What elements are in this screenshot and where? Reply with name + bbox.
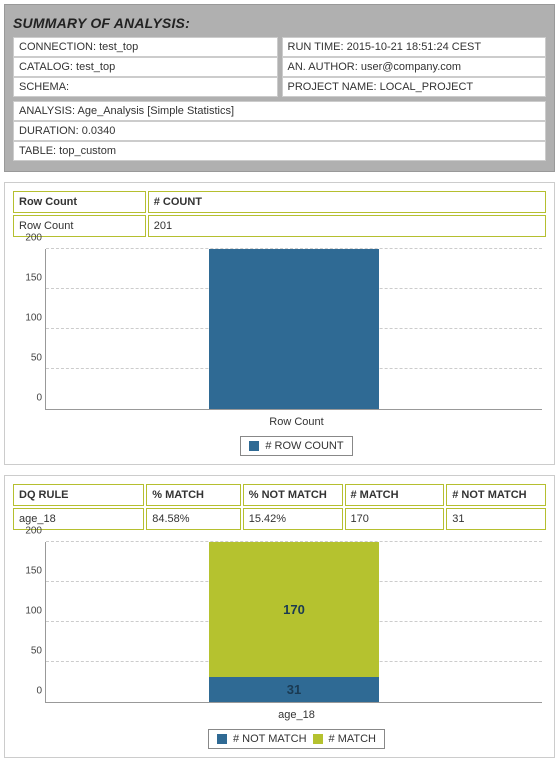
summary-runtime: RUN TIME: 2015-10-21 18:51:24 CEST xyxy=(282,37,547,57)
summary-analysis: ANALYSIS: Age_Analysis [Simple Statistic… xyxy=(13,101,546,121)
table-row: Row Count 201 xyxy=(13,215,546,237)
rowcount-xlabel: Row Count xyxy=(45,416,548,428)
dq-col-rule: DQ RULE xyxy=(13,484,144,506)
dq-col-pnotmatch: % NOT MATCH xyxy=(243,484,343,506)
summary-author: AN. AUTHOR: user@company.com xyxy=(282,57,547,77)
summary-catalog: CATALOG: test_top xyxy=(13,57,278,77)
summary-schema: SCHEMA: xyxy=(13,77,278,97)
rowcount-bar xyxy=(209,249,379,409)
summary-title: SUMMARY OF ANALYSIS: xyxy=(13,15,546,31)
dqrule-bar: 170 31 xyxy=(209,542,379,702)
rowcount-panel: Row Count # COUNT Row Count 201 200 150 … xyxy=(4,182,555,465)
dqrule-table: DQ RULE % MATCH % NOT MATCH # MATCH # NO… xyxy=(11,482,548,532)
rowcount-chart: 200 150 100 50 0 Row Count # ROW COUNT xyxy=(11,249,548,456)
dqrule-legend: # NOT MATCH # MATCH xyxy=(208,729,385,749)
square-icon xyxy=(313,734,323,744)
rowcount-col-rowcount: Row Count xyxy=(13,191,146,213)
dq-col-nnotmatch: # NOT MATCH xyxy=(446,484,546,506)
rowcount-col-count: # COUNT xyxy=(148,191,546,213)
notmatch-segment: 31 xyxy=(209,677,379,702)
summary-projectname: PROJECT NAME: LOCAL_PROJECT xyxy=(282,77,547,97)
summary-panel: SUMMARY OF ANALYSIS: CONNECTION: test_to… xyxy=(4,4,555,172)
dqrule-xlabel: age_18 xyxy=(45,709,548,721)
square-icon xyxy=(249,441,259,451)
dq-col-nmatch: # MATCH xyxy=(345,484,445,506)
dqrule-panel: DQ RULE % MATCH % NOT MATCH # MATCH # NO… xyxy=(4,475,555,758)
rowcount-table: Row Count # COUNT Row Count 201 xyxy=(11,189,548,239)
summary-duration: DURATION: 0.0340 xyxy=(13,121,546,141)
rowcount-legend: # ROW COUNT xyxy=(240,436,352,456)
dq-col-pmatch: % MATCH xyxy=(146,484,241,506)
square-icon xyxy=(217,734,227,744)
dqrule-chart: 200 150 100 50 0 170 31 age_18 # NOT MAT… xyxy=(11,542,548,749)
summary-connection: CONNECTION: test_top xyxy=(13,37,278,57)
table-row: age_18 84.58% 15.42% 170 31 xyxy=(13,508,546,530)
match-segment: 170 xyxy=(209,542,379,677)
summary-table: TABLE: top_custom xyxy=(13,141,546,161)
